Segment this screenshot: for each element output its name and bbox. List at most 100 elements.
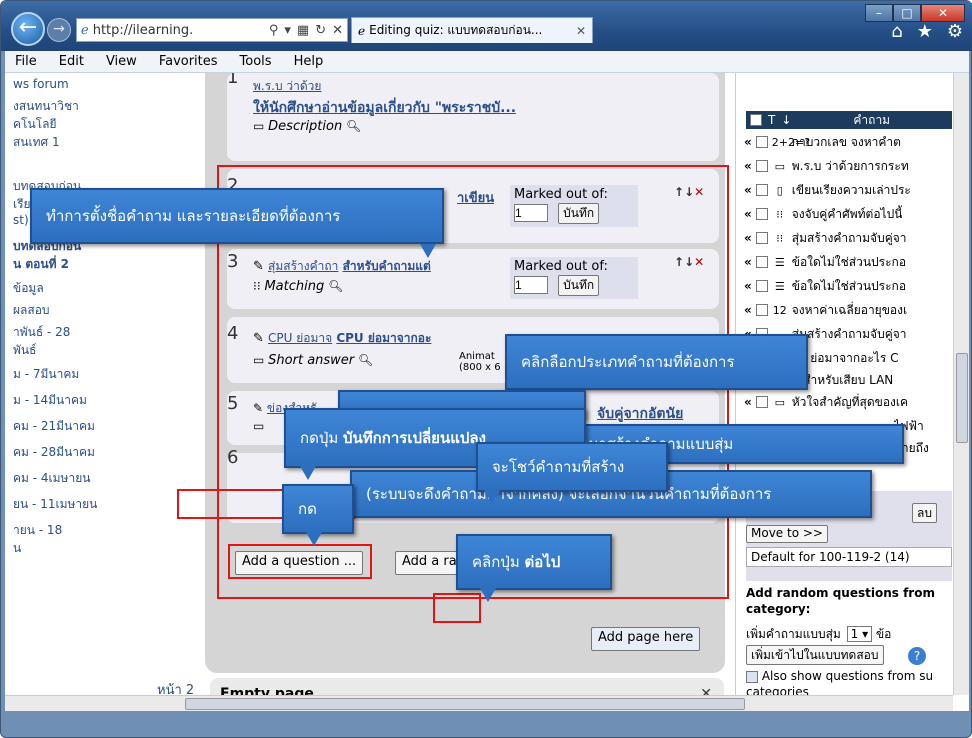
stop-icon[interactable]: ✕ [332, 23, 343, 38]
tab-close-icon[interactable]: ✕ [576, 24, 592, 38]
nav-link[interactable]: พันธ์ [13, 341, 36, 360]
nav-link[interactable]: ยน - 11เมษายน [13, 495, 97, 514]
callout-name-question: ทำการตั้งชื่อคำถาม และรายละเอียดที่ต้องก… [30, 188, 444, 244]
add-page-button[interactable]: Add page here [591, 627, 701, 651]
nav-link[interactable]: สนเทศ 1 [13, 133, 60, 152]
bank-row[interactable]: « ⁝⁝ สุ่มสร้างคำถามจับคู่จา [744, 227, 954, 249]
row-checkbox[interactable] [755, 136, 768, 148]
maximize-button[interactable]: □ [893, 4, 921, 22]
question-column-header[interactable]: คำถาม [853, 111, 890, 130]
sort-down-icon[interactable]: ↓ [781, 113, 791, 127]
nav-link[interactable]: คม - 21มีนาคม [13, 417, 95, 436]
random-count-value: 1 [850, 627, 859, 641]
menu-favorites[interactable]: Favorites [159, 54, 218, 69]
bank-row[interactable]: « 2+2=? กาบวกเลข จงหาคำต [744, 131, 954, 153]
add-to-quiz-button[interactable]: เพิ่มเข้าไปในแบบทดสอบ [746, 645, 884, 665]
nav-link[interactable]: st) [13, 213, 29, 227]
row-checkbox[interactable] [755, 280, 768, 292]
add-to-quiz-icon[interactable]: « [744, 135, 752, 149]
select-all-checkbox[interactable] [750, 114, 762, 126]
bank-row[interactable]: « ☰ ข้อใดไม่ใช่ส่วนประกอ [744, 251, 954, 273]
row-checkbox[interactable] [755, 304, 768, 316]
nav-link[interactable]: ws forum [13, 77, 69, 91]
nav-link[interactable]: น [13, 539, 21, 558]
question-number: 1 [227, 73, 239, 88]
add-to-quiz-icon[interactable]: « [744, 183, 752, 197]
nav-link[interactable]: คม - 4เมษายน [13, 469, 90, 488]
home-icon[interactable]: ⌂ [891, 21, 902, 42]
question-title[interactable]: ให้นักศึกษาอ่านข้อมูลเกี่ยวกับ "พระราชบั… [253, 97, 516, 119]
nav-link[interactable]: ผลสอบ [13, 301, 50, 320]
callout-next: คลิกปุ่ม ต่อไป [456, 534, 612, 590]
bank-question-text: ข้อใดไม่ใช่ส่วนประกอ [791, 254, 907, 269]
forward-button[interactable]: → [47, 18, 71, 42]
row-checkbox[interactable] [755, 232, 768, 244]
row-checkbox[interactable] [755, 396, 768, 408]
horizontal-scroll-thumb[interactable] [185, 698, 745, 710]
description-icon: ▭ [253, 119, 265, 133]
bank-row[interactable]: « ▭ หัวใจสำคัญที่สุดของเค [744, 391, 954, 413]
nav-link[interactable]: ม - 7มีนาคม [13, 365, 79, 384]
highlight-add-question [228, 544, 372, 579]
row-checkbox[interactable] [755, 256, 768, 268]
menu-help[interactable]: Help [294, 54, 324, 69]
nav-link[interactable]: ม - 14มีนาคม [13, 391, 87, 410]
gear-icon[interactable]: ⚙ [947, 21, 963, 42]
random-count-select[interactable]: 1 ▾ [846, 626, 873, 642]
move-to-button[interactable]: Move to >> [746, 525, 828, 543]
bank-question-text: เขียนเรียงความเล่าประ [791, 182, 911, 197]
row-checkbox[interactable] [755, 160, 768, 172]
tab-editing-quiz[interactable]: ℯ Editing quiz: แบบทดสอบก่อน... ✕ [351, 17, 593, 43]
nav-link[interactable]: ายน - 18 [13, 521, 62, 540]
back-button[interactable]: ← [11, 12, 45, 46]
menu-view[interactable]: View [106, 54, 137, 69]
row-checkbox[interactable] [755, 208, 768, 220]
close-window-button[interactable]: ✕ [921, 4, 965, 22]
address-url[interactable]: http://ilearning. [93, 23, 265, 38]
nav-link[interactable]: งสนทนาวิชา [13, 97, 79, 116]
vertical-scroll-thumb[interactable] [956, 353, 968, 443]
nav-link[interactable]: คโนโลยี [13, 115, 57, 134]
nav-link-current[interactable]: น ตอนที่ 2 [13, 255, 69, 274]
preview-icon[interactable]: 🔍︎ [346, 119, 361, 133]
add-to-quiz-icon[interactable]: « [744, 279, 752, 293]
question-link[interactable]: พ.ร.บ ว่าด้วย [253, 77, 321, 96]
favorites-star-icon[interactable]: ★ [917, 21, 933, 42]
menu-tools[interactable]: Tools [240, 54, 272, 69]
vertical-scrollbar[interactable] [953, 73, 969, 695]
bank-row[interactable]: « ▯ เขียนเรียงความเล่าประ [744, 179, 954, 201]
random-section-title: Add random questions from category: [746, 586, 935, 616]
row-checkbox[interactable] [755, 184, 768, 196]
add-to-quiz-icon[interactable]: « [744, 395, 752, 409]
add-to-quiz-icon[interactable]: « [744, 303, 752, 317]
nav-link[interactable]: คม - 28มีนาคม [13, 443, 95, 462]
compatibility-icon[interactable]: ▦ [297, 23, 309, 38]
horizontal-scrollbar[interactable] [5, 695, 953, 711]
bank-row[interactable]: « ☰ ข้อใดไม่ใช่ส่วนประกอ [744, 275, 954, 297]
bank-row[interactable]: « ⁝⁝ จงจับคู่คำศัพท์ต่อไปนี้ [744, 203, 954, 225]
bank-question-text: สุ่มสร้างคำถามจับคู่จา [791, 230, 907, 245]
bank-row[interactable]: « 12 จงหาค่าเฉลี่ยอายุของเ [744, 299, 954, 321]
category-select[interactable]: Default for 100-119-2 (14) [746, 547, 952, 567]
also-show-checkbox[interactable] [746, 670, 758, 683]
callout-tail [480, 588, 496, 602]
menu-bar: File Edit View Favorites Tools Help [5, 51, 969, 73]
callout-bold-text: บันทึกการเปลี่ยนแปลง [343, 429, 486, 447]
address-bar[interactable]: ℯ http://ilearning. ⚲ ▾ ▦ ↻ ✕ [76, 18, 348, 42]
help-icon[interactable]: ? [908, 647, 926, 665]
dropdown-arrow-icon[interactable]: ▾ [284, 23, 291, 38]
delete-button[interactable]: ลบ [912, 503, 937, 523]
type-column-header[interactable]: T [768, 113, 775, 127]
menu-file[interactable]: File [15, 54, 37, 69]
add-to-quiz-icon[interactable]: « [744, 231, 752, 245]
minimize-button[interactable]: – [865, 4, 893, 22]
search-icon[interactable]: ⚲ [269, 23, 279, 38]
nav-link[interactable]: าพันธ์ - 28 [13, 323, 70, 342]
add-to-quiz-icon[interactable]: « [744, 159, 752, 173]
bank-row[interactable]: « ▭ พ.ร.บ ว่าด้วยการกระท [744, 155, 954, 177]
nav-link[interactable]: ข้อมูล [13, 279, 44, 298]
add-to-quiz-icon[interactable]: « [744, 207, 752, 221]
refresh-icon[interactable]: ↻ [315, 23, 326, 38]
add-to-quiz-icon[interactable]: « [744, 255, 752, 269]
menu-edit[interactable]: Edit [59, 54, 84, 69]
